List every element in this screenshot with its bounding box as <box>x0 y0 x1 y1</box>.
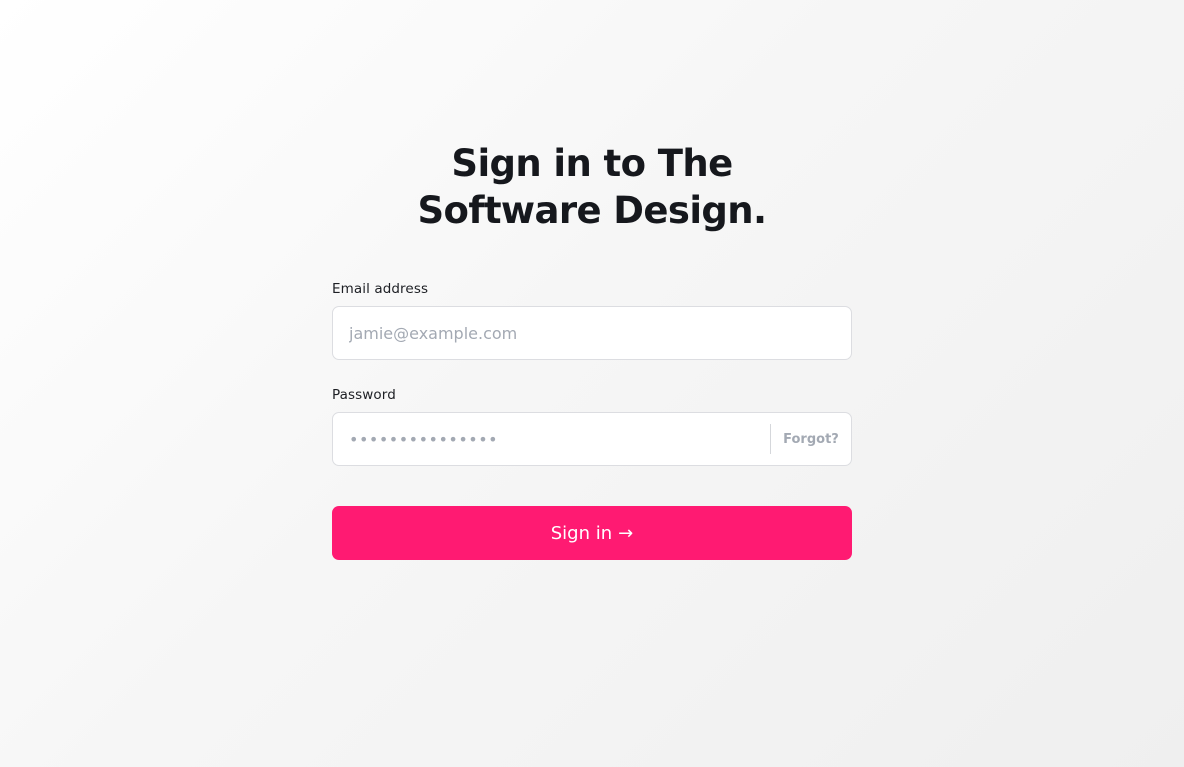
email-input[interactable] <box>333 307 851 359</box>
page-title: Sign in to The Software Design. <box>417 142 767 232</box>
password-field: Forgot? <box>332 412 852 466</box>
email-label: Email address <box>332 281 429 297</box>
sign-in-label: Sign in <box>550 522 613 544</box>
password-input[interactable] <box>333 413 770 465</box>
password-label: Password <box>332 387 396 403</box>
login-form: Sign in to The Software Design. Email ad… <box>332 140 852 560</box>
arrow-right-icon: → <box>618 522 634 544</box>
forgot-password-link[interactable]: Forgot? <box>771 432 851 447</box>
sign-in-button[interactable]: Sign in → <box>332 506 852 560</box>
email-field <box>332 306 852 360</box>
